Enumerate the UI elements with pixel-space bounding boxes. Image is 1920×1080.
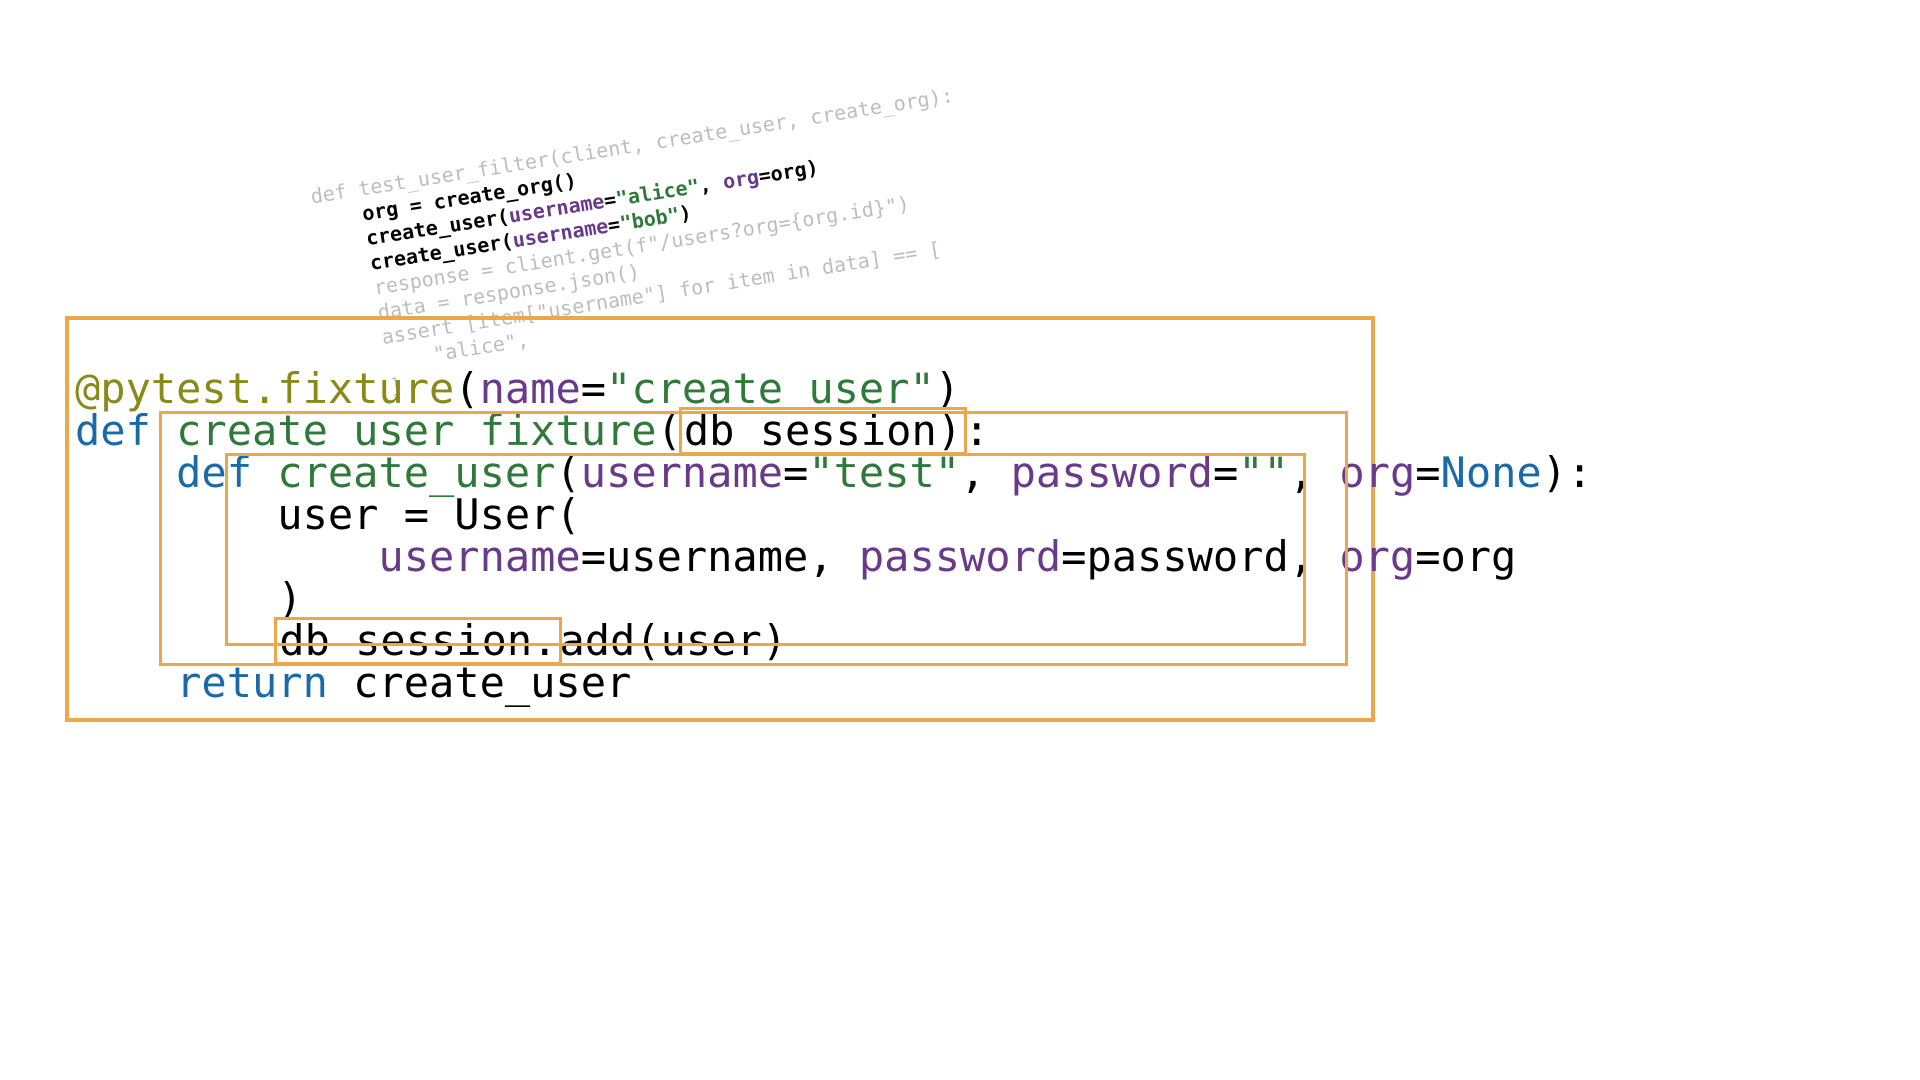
fixture-code: @pytest.fixture(name="create_user") def …: [75, 326, 1363, 704]
fixture-code-outer-box: @pytest.fixture(name="create_user") def …: [65, 316, 1375, 722]
fixture-line-8: return create_user: [75, 658, 631, 707]
